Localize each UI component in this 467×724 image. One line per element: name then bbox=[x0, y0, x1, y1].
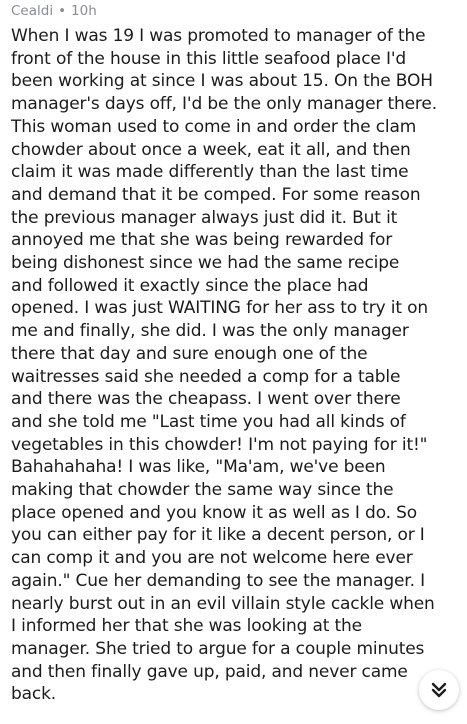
comment-line: and she told me "Last time you had all k… bbox=[11, 411, 406, 432]
comment-line: nearly burst out in an evil villain styl… bbox=[11, 593, 435, 614]
comment-line: you can either pay for it like a decent … bbox=[11, 525, 425, 546]
comment-line: making that chowder the same way since t… bbox=[11, 480, 394, 501]
comment-line: and followed it exactly since the place … bbox=[11, 275, 369, 296]
comment-line: manager's days off, I'd be the only mana… bbox=[11, 94, 437, 115]
double-chevron-down-icon bbox=[431, 682, 447, 698]
comment-line: waitresses said she needed a comp for a … bbox=[11, 366, 401, 387]
comment-line: and then finally gave up, paid, and neve… bbox=[11, 661, 408, 682]
comment-line: manager. She tried to argue for a couple… bbox=[11, 638, 425, 659]
comment-line: annoyed me that she was being rewarded f… bbox=[11, 230, 393, 251]
comment-line: This woman used to come in and order the… bbox=[11, 116, 417, 137]
comment-age: 10h bbox=[71, 3, 97, 19]
comment-meta: Cealdi • 10h bbox=[11, 0, 463, 22]
comment-line: there that day and sure enough one of th… bbox=[11, 343, 368, 364]
comment-line: again." Cue her demanding to see the man… bbox=[11, 570, 425, 591]
comment-line: vegetables in this chowder! I'm not payi… bbox=[11, 434, 428, 455]
comment-line: claim it was made differently than the l… bbox=[11, 162, 409, 183]
comment-line: I informed her that she was looking at t… bbox=[11, 616, 362, 637]
comment-line: the previous manager always just did it.… bbox=[11, 207, 398, 228]
comment-line: being dishonest since we had the same re… bbox=[11, 253, 400, 274]
comment-line: front of the house in this little seafoo… bbox=[11, 48, 406, 69]
comment-line: When I was 19 I was promoted to manager … bbox=[11, 26, 426, 46]
comment-line: me and finally, she did. I was the only … bbox=[11, 321, 409, 342]
comment-line: chowder about once a week, eat it all, a… bbox=[11, 139, 411, 160]
scroll-to-next-button[interactable] bbox=[419, 670, 459, 710]
comment-body: When I was 19 I was promoted to manager … bbox=[11, 25, 463, 706]
meta-separator: • bbox=[58, 3, 67, 19]
comment-author[interactable]: Cealdi bbox=[11, 3, 53, 19]
comment-line: can comp it and you are not welcome here… bbox=[11, 548, 413, 569]
comment-line: opened. I was just WAITING for her ass t… bbox=[11, 298, 428, 319]
comment-line: and demand that it be comped. For some r… bbox=[11, 184, 421, 205]
comment-line: been working at since I was about 15. On… bbox=[11, 71, 433, 92]
comment-line: and there was the cheapass. I went over … bbox=[11, 389, 401, 410]
comment-line: Bahahahaha! I was like, "Ma'am, we've be… bbox=[11, 457, 386, 478]
comment: Cealdi • 10h When I was 19 I was promoted … bbox=[11, 0, 463, 706]
comment-line: place opened and you know it as well as … bbox=[11, 502, 418, 523]
comment-line: back. bbox=[11, 684, 57, 705]
